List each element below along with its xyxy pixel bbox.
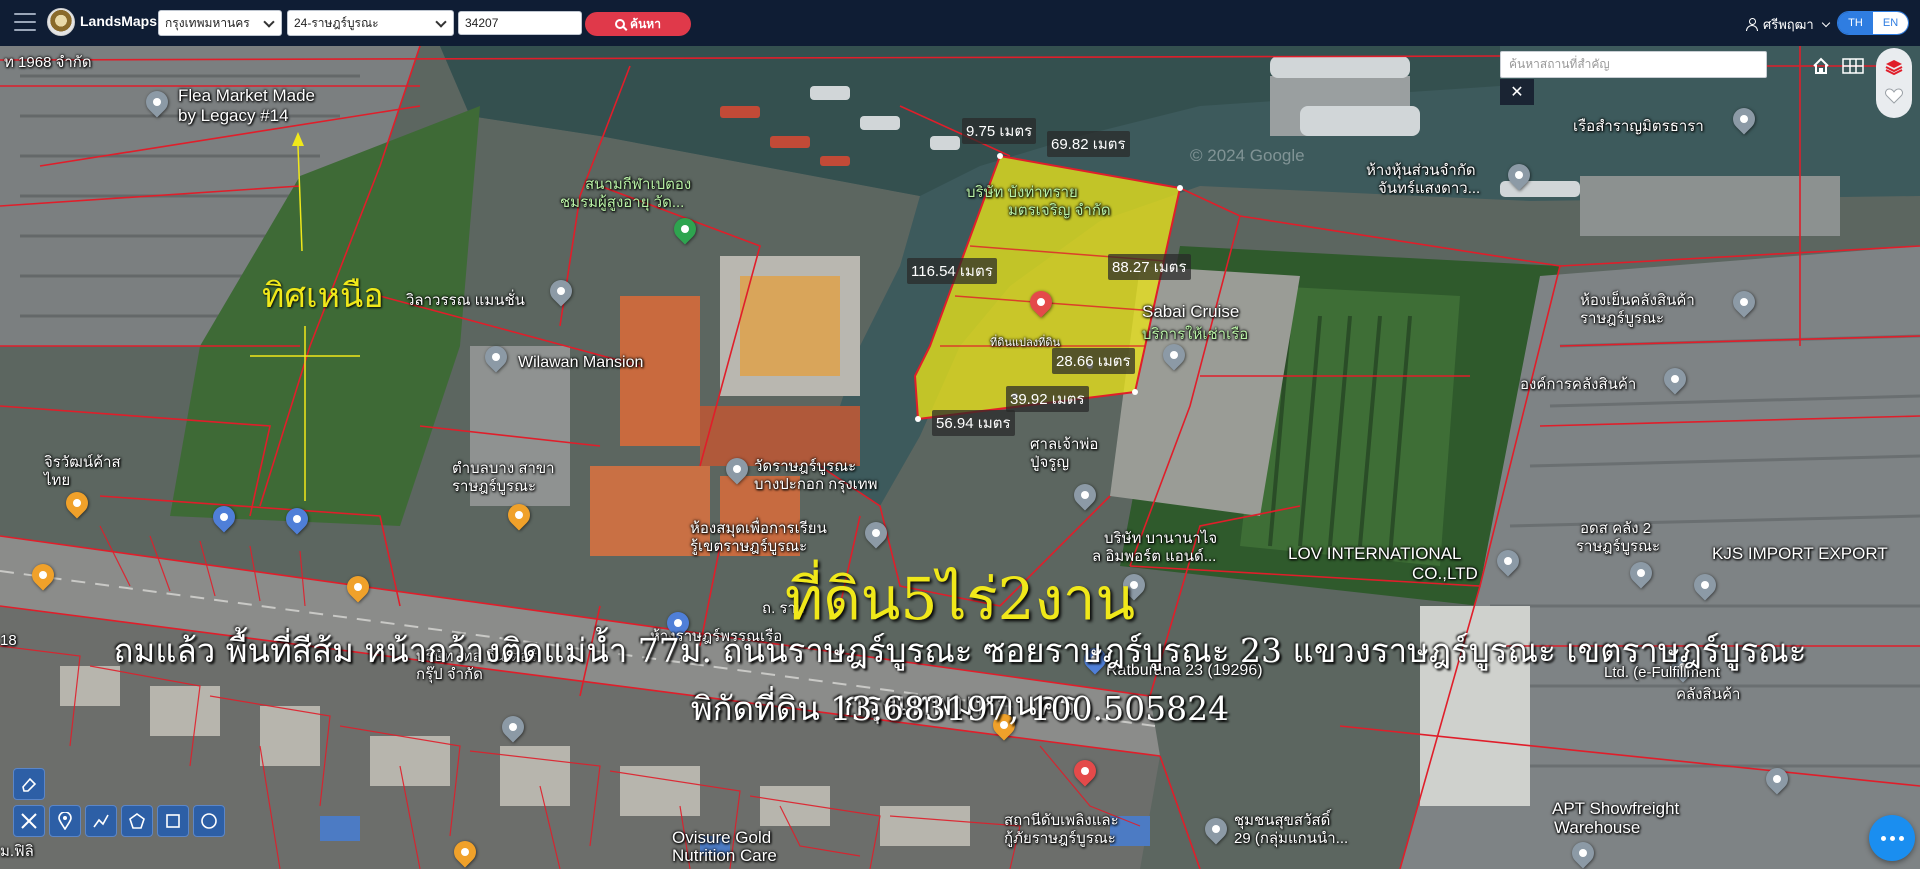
map-side-panel: [1876, 48, 1912, 118]
place-label: เรือสำราญมิตรธารา: [1573, 118, 1704, 135]
search-button[interactable]: ค้นหา: [585, 12, 691, 36]
brand-name: LandsMaps: [80, 13, 158, 29]
place-label: by Legacy #14: [178, 106, 289, 125]
user-name: ศรีพฤฒา: [1763, 17, 1814, 32]
layers-icon[interactable]: [1885, 58, 1903, 81]
place-label: วิลาวรรณ แมนชั่น: [406, 292, 525, 309]
close-search-button[interactable]: ✕: [1500, 79, 1534, 105]
place-label: องค์การคลังสินค้า: [1520, 376, 1637, 393]
land-coordinates: พิกัดที่ดิน 13.683197, 100.505824: [690, 689, 1230, 728]
landmark-search-input[interactable]: ค้นหาสถานที่สำคัญ: [1500, 51, 1767, 78]
search-icon: [615, 19, 626, 29]
parcel-number-value: 34207: [465, 16, 499, 30]
measurement-label: 9.75 เมตร: [962, 118, 1037, 144]
place-label: กู้ภัยราษฎร์บูรณะ: [1004, 830, 1116, 847]
place-label: Wilawan Mansion: [518, 354, 644, 371]
province-select[interactable]: กรุงเทพมหานคร: [158, 10, 282, 36]
place-label: ไทย: [44, 472, 71, 489]
place-label: บางปะกอก กรุงเทพ: [754, 476, 878, 493]
measurement-label: 116.54 เมตร: [907, 258, 997, 284]
ruler-tool-icon[interactable]: [13, 805, 45, 837]
place-label: บริการให้เช่าเรือ: [1142, 326, 1249, 343]
province-select-value: กรุงเทพมหานคร: [165, 15, 250, 30]
chevron-down-icon: [1821, 18, 1830, 28]
place-label: 29 (กลุ่มแกนนำ...: [1234, 830, 1349, 847]
heart-icon[interactable]: [1885, 87, 1903, 109]
circle-tool-icon[interactable]: [193, 805, 225, 837]
satellite-map[interactable]: ท 1968 จำกัด Flea Market Made by Legacy …: [0, 46, 1920, 869]
place-label: ปู่จรูญ: [1030, 454, 1070, 471]
place-label: ราษฎร์บูรณะ: [452, 478, 537, 495]
place-label: Flea Market Made: [178, 86, 315, 105]
map-imagery: [0, 46, 1920, 869]
home-icon[interactable]: [1806, 52, 1836, 80]
chevron-down-icon: [263, 16, 275, 28]
lang-en-button[interactable]: EN: [1873, 12, 1908, 34]
measurement-label: 69.82 เมตร: [1047, 131, 1130, 157]
measurement-label: 39.92 เมตร: [1006, 386, 1089, 412]
user-menu[interactable]: ศรีพฤฒา: [1746, 14, 1830, 35]
search-button-label: ค้นหา: [630, 16, 661, 31]
place-label: Sabai Cruise: [1142, 302, 1240, 321]
marker-tool-icon[interactable]: [49, 805, 81, 837]
landmark-search-placeholder: ค้นหาสถานที่สำคัญ: [1509, 57, 1610, 71]
measurement-label: 28.66 เมตร: [1052, 348, 1135, 374]
district-select[interactable]: 24-ราษฎร์บูรณะ: [287, 10, 454, 36]
eraser-tool-icon[interactable]: [13, 768, 45, 800]
user-icon: [1746, 18, 1758, 31]
hamburger-icon[interactable]: [14, 13, 36, 31]
top-navigation-bar: LandsMaps กรุงเทพมหานคร 24-ราษฎร์บูรณะ 3…: [0, 0, 1920, 46]
place-label: Ovisure Gold: [672, 828, 772, 847]
north-direction-label: ทิศเหนือ: [262, 276, 384, 316]
parcel-number-input[interactable]: 34207: [458, 11, 582, 35]
place-label: Nutrition Care: [672, 846, 777, 865]
district-select-value: 24-ราษฎร์บูรณะ: [294, 15, 379, 30]
place-label: ม.ฟิลิ: [0, 843, 34, 860]
parcel-label: ที่ดินแปลงที่ดิน: [990, 337, 1061, 349]
copyright-watermark: © 2024 Google: [1190, 146, 1305, 165]
place-label: ชมรมผู้สูงอายุ วัด...: [560, 194, 685, 211]
place-label: APT Showfreight: [1552, 799, 1680, 818]
chat-icon[interactable]: [1869, 815, 1915, 861]
lang-th-button[interactable]: TH: [1838, 12, 1873, 34]
place-label: Warehouse: [1554, 818, 1641, 837]
rectangle-tool-icon[interactable]: [157, 805, 189, 837]
landsmaps-logo[interactable]: [47, 8, 75, 36]
place-label: ท 1968 จำกัด: [4, 54, 92, 71]
place-label: มตรเจริญ จำกัด: [1008, 202, 1111, 219]
polyline-tool-icon[interactable]: [85, 805, 117, 837]
language-toggle: TH EN: [1837, 11, 1909, 35]
grid-icon[interactable]: [1838, 52, 1868, 80]
polygon-tool-icon[interactable]: [121, 805, 153, 837]
place-label: จันทร์แสงดาว...: [1378, 180, 1481, 197]
place-label: ราษฎร์บูรณะ: [1580, 310, 1665, 327]
measurement-label: 56.94 เมตร: [932, 410, 1015, 436]
measurement-label: 88.27 เมตร: [1108, 254, 1191, 280]
chevron-down-icon: [435, 16, 447, 28]
